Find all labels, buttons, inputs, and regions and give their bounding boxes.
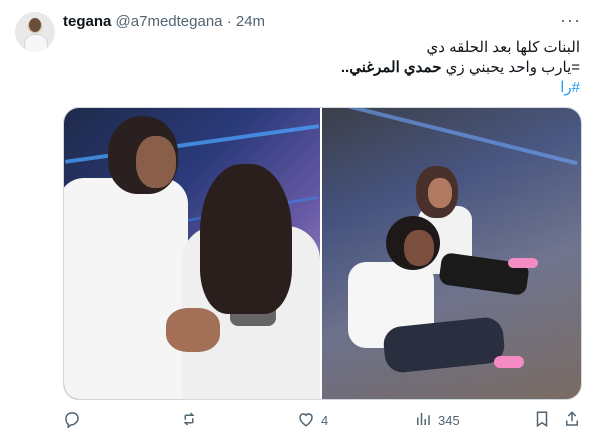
avatar-body (24, 34, 48, 52)
retweet-button[interactable] (180, 405, 204, 435)
retweet-icon (180, 410, 198, 431)
person-face (136, 136, 176, 188)
hashtag-link[interactable]: #را (80, 78, 580, 98)
timestamp[interactable]: 24m (236, 13, 265, 30)
share-button[interactable] (563, 405, 581, 435)
handle[interactable]: @a7medtegana (116, 13, 223, 30)
person-face (404, 230, 434, 266)
media-grid[interactable] (63, 107, 582, 400)
bookmark-button[interactable] (533, 405, 551, 435)
tweet-header: tegana @a7medtegana · 24m (63, 13, 265, 30)
views-count: 345 (438, 412, 460, 428)
tweet[interactable]: tegana @a7medtegana · 24m ··· البنات كله… (0, 0, 599, 441)
display-name[interactable]: tegana (63, 13, 111, 30)
reply-icon (63, 410, 81, 431)
reply-button[interactable] (63, 405, 87, 435)
tweet-text: البنات كلها بعد الحلقه دي =يارب واحد يحب… (80, 38, 580, 98)
bookmark-icon (533, 410, 551, 431)
person-face (428, 178, 452, 208)
avatar[interactable] (15, 12, 55, 52)
separator-dot: · (226, 13, 232, 30)
views-bar-chart-icon (414, 410, 432, 431)
more-horizontal-icon[interactable]: ··· (560, 10, 581, 31)
tweet-text-line-1: البنات كلها بعد الحلقه دي (426, 39, 580, 56)
avatar-head (29, 18, 41, 32)
photo-right[interactable] (322, 108, 581, 399)
person-hair (200, 164, 292, 314)
views-button[interactable]: 345 (414, 405, 460, 435)
pink-shoe (508, 258, 538, 268)
tweet-text-line-2-bold: حمدي المرغني.. (340, 59, 442, 76)
like-count: 4 (321, 412, 329, 428)
like-button[interactable]: 4 (297, 405, 328, 435)
tweet-text-line-2: =يارب واحد يحبني زي حمدي المرغني.. (80, 58, 580, 78)
heart-icon (297, 410, 315, 431)
person-hand (166, 308, 220, 352)
pink-shoe (494, 356, 524, 368)
share-icon (563, 410, 581, 431)
neon-light (64, 124, 320, 164)
photo-left[interactable] (64, 108, 320, 399)
person-shirt (64, 178, 188, 399)
tweet-actions: 4 345 (63, 405, 581, 435)
tweet-text-line-2-prefix: =يارب واحد يحبني زي (445, 59, 580, 76)
